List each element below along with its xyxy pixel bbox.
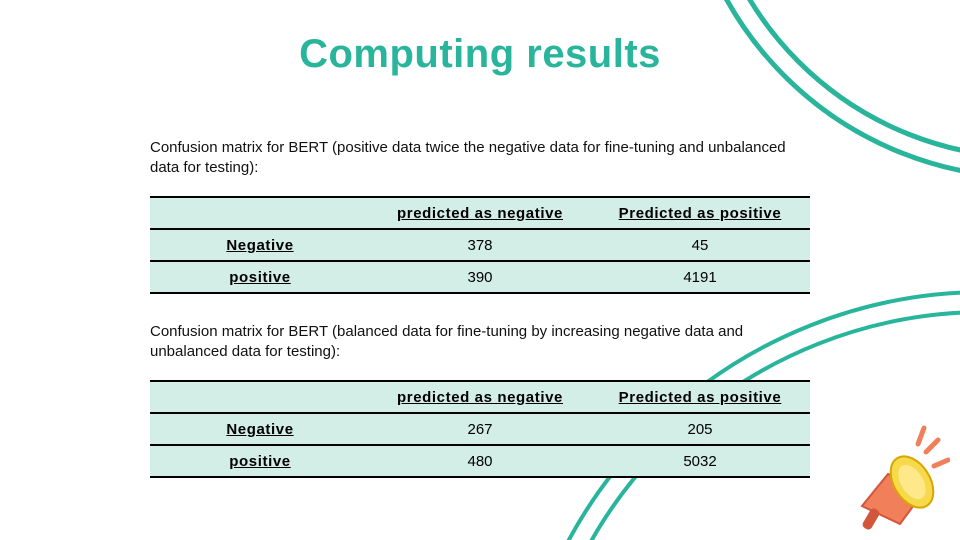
table1-caption: Confusion matrix for BERT (positive data… — [150, 138, 810, 179]
table-row: positive 390 4191 — [150, 261, 810, 293]
cell: 45 — [590, 229, 810, 261]
table-header: predicted as negative — [370, 197, 590, 229]
cell: 390 — [370, 261, 590, 293]
page-title: Computing results — [0, 32, 960, 77]
cell: 378 — [370, 229, 590, 261]
table-header: predicted as negative — [370, 381, 590, 413]
cell: 267 — [370, 413, 590, 445]
table-row: Negative 378 45 — [150, 229, 810, 261]
slide: Computing results Confusion matrix for B… — [0, 0, 960, 540]
cell: 205 — [590, 413, 810, 445]
table-header-blank — [150, 197, 370, 229]
table2-caption: Confusion matrix for BERT (balanced data… — [150, 322, 810, 363]
cell: 4191 — [590, 261, 810, 293]
table-row: positive 480 5032 — [150, 445, 810, 477]
row-label: positive — [150, 261, 370, 293]
table-row: Negative 267 205 — [150, 413, 810, 445]
row-label: positive — [150, 445, 370, 477]
confusion-matrix-1: predicted as negative Predicted as posit… — [150, 196, 810, 294]
confusion-matrix-2: predicted as negative Predicted as posit… — [150, 380, 810, 478]
megaphone-icon — [830, 414, 950, 534]
row-label: Negative — [150, 413, 370, 445]
table-header-blank — [150, 381, 370, 413]
cell: 5032 — [590, 445, 810, 477]
table-header: Predicted as positive — [590, 197, 810, 229]
table-header: Predicted as positive — [590, 381, 810, 413]
cell: 480 — [370, 445, 590, 477]
row-label: Negative — [150, 229, 370, 261]
